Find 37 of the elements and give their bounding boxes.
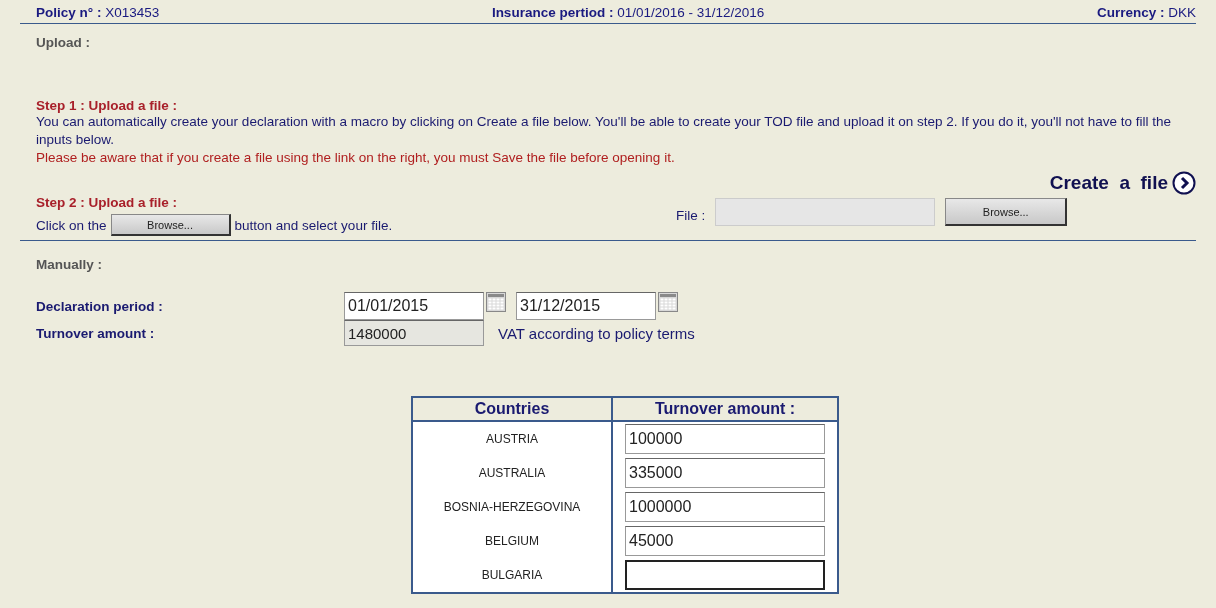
create-file-link[interactable]: Create a file xyxy=(1049,171,1196,195)
amount-field[interactable]: 335000 xyxy=(625,458,825,488)
amount-field[interactable]: 100000 xyxy=(625,424,825,454)
section-title: Manually : xyxy=(36,257,103,272)
field-label: Turnover amount : xyxy=(36,325,156,341)
amount-field[interactable]: 45000 xyxy=(625,526,825,556)
country-cell: BELGIUM xyxy=(412,524,612,558)
file-label: File : xyxy=(676,208,706,223)
file-field[interactable] xyxy=(715,198,936,226)
step-title: Step 1 : Upload a file : xyxy=(36,98,179,113)
section-title: Upload : xyxy=(36,35,91,50)
insurance-period: Insurance pertiod : 01/01/2016 - 31/12/2016 xyxy=(491,5,765,20)
country-cell: BOSNIA-HERZEGOVINA xyxy=(412,490,612,524)
policy-number: Policy n° : X013453 xyxy=(36,5,160,20)
browse-button[interactable]: Browse... xyxy=(945,198,1068,226)
field-label: Declaration period : xyxy=(36,298,164,314)
instruction-text: Click on the xyxy=(36,217,107,233)
column-header: Turnover amount : xyxy=(612,397,838,421)
date-field[interactable]: 01/01/2015 xyxy=(344,292,484,320)
currency: Currency : DKK xyxy=(1096,5,1196,20)
chevron-icon[interactable] xyxy=(1172,171,1196,195)
step-title: Step 2 : Upload a file : xyxy=(36,195,179,210)
step-instructions: You can automatically create your declaration with a macro by clicking on Create a file below. You'll be able to create your TOD file and upload it on step 2. If you do it, you'll not have to fill the inputs below. xyxy=(36,113,1173,149)
browse-button[interactable]: Browse... xyxy=(110,214,231,236)
country-cell: BULGARIA xyxy=(412,558,612,593)
calendar-icon[interactable] xyxy=(486,292,506,312)
instruction-text: button and select your file. xyxy=(234,217,393,233)
amount-field[interactable] xyxy=(625,560,825,590)
date-field[interactable]: 31/12/2015 xyxy=(516,292,656,320)
vat-note: VAT according to policy terms xyxy=(498,324,695,342)
amount-field[interactable]: 1000000 xyxy=(625,492,825,522)
country-cell: AUSTRALIA xyxy=(412,456,612,490)
turnover-field[interactable]: 1480000 xyxy=(344,320,484,346)
country-cell: AUSTRIA xyxy=(412,421,612,456)
calendar-icon[interactable] xyxy=(658,292,678,312)
column-header: Countries xyxy=(412,397,612,421)
warning-text: Please be aware that if you create a file using the link on the right, you must Save the file before opening it. xyxy=(36,149,676,167)
